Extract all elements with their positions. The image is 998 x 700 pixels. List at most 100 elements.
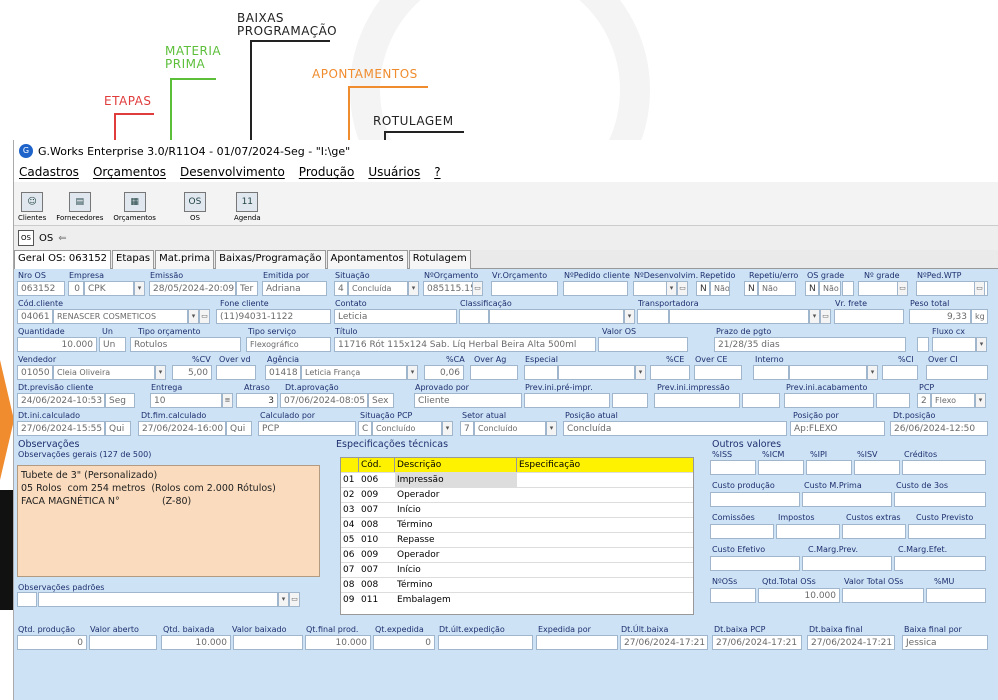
grid-header-cod[interactable]: Cód. — [359, 458, 395, 472]
dt-posicao-field[interactable]: 26/06/2024-12:50 — [890, 421, 988, 436]
prev-pre-impr-field[interactable] — [524, 393, 610, 408]
back-arrow-icon[interactable]: ⇐ — [58, 233, 66, 244]
ipi-field[interactable] — [806, 460, 852, 475]
aprovado-por-field[interactable]: Cliente — [414, 393, 522, 408]
os-grade-flag[interactable]: N — [805, 281, 819, 296]
n-pedido-field[interactable] — [563, 281, 628, 296]
prev-acabamento-extra[interactable] — [876, 393, 910, 408]
grid-header-desc[interactable]: Descrição — [395, 458, 517, 472]
chevron-down-icon[interactable]: ▾ — [188, 309, 199, 324]
chevron-down-icon[interactable]: ▾ — [809, 309, 820, 324]
qtd-total-oss-field[interactable]: 10.000 — [758, 588, 840, 603]
folder-icon[interactable]: ▭ — [677, 281, 688, 296]
chevron-down-icon[interactable]: ▾ — [624, 309, 635, 324]
pct-ca-field[interactable]: 0,06 — [424, 365, 464, 380]
chevron-down-icon[interactable]: ▾ — [134, 281, 145, 296]
fluxo-cx-field[interactable] — [932, 337, 976, 352]
dt-previsao-field[interactable]: 24/06/2024-10:53 — [17, 393, 105, 408]
pcp-code[interactable]: 2 — [917, 393, 931, 408]
entrega-field[interactable]: 10 — [150, 393, 222, 408]
chevron-down-icon[interactable]: ▾ — [546, 421, 557, 436]
dt-ult-expedicao-field[interactable] — [438, 635, 533, 650]
chevron-down-icon[interactable]: ▾ — [975, 393, 986, 408]
qt-final-prod-field[interactable]: 10.000 — [305, 635, 371, 650]
cmarg-prev-field[interactable] — [802, 556, 892, 571]
custos-extras-field[interactable] — [842, 524, 906, 539]
classificacao-field[interactable] — [489, 309, 624, 324]
chevron-down-icon[interactable]: ▾ — [666, 281, 677, 296]
custo-3os-field[interactable] — [894, 492, 986, 507]
folder-icon[interactable]: ▭ — [820, 309, 831, 324]
comissoes-field[interactable] — [710, 524, 774, 539]
folder-icon[interactable]: ▭ — [897, 281, 908, 296]
n-orcamento-field[interactable]: 085115.15 — [423, 281, 479, 296]
especial-code-field[interactable] — [524, 365, 558, 380]
dt-fim-calc-field[interactable]: 27/06/2024-16:00 — [138, 421, 226, 436]
quantidade-field[interactable]: 10.000 — [17, 337, 97, 352]
menu-help[interactable]: ? — [434, 165, 440, 179]
obs-padroes-field[interactable] — [38, 592, 278, 607]
qtd-producao-field[interactable]: 0 — [17, 635, 87, 650]
titulo-field[interactable]: 11716 Rót 115x124 Sab. Líq Herbal Beira … — [334, 337, 596, 352]
toolbar-clientes-button[interactable]: ☺ Clientes — [18, 192, 46, 225]
creditos-field[interactable] — [902, 460, 986, 475]
impostos-field[interactable] — [776, 524, 840, 539]
n-oss-field[interactable] — [710, 588, 756, 603]
emitida-por-field[interactable]: Adriana — [262, 281, 327, 296]
obs-padroes-code[interactable] — [17, 592, 37, 607]
empresa-field[interactable]: CPK — [84, 281, 134, 296]
calculado-por-field[interactable]: PCP — [258, 421, 356, 436]
chevron-down-icon[interactable]: ▾ — [155, 365, 166, 380]
qt-expedida-field[interactable]: 0 — [373, 635, 435, 650]
qtd-baixada-field[interactable]: 10.000 — [161, 635, 231, 650]
cod-cliente-field[interactable]: 04061 — [17, 309, 53, 324]
os-document-tab[interactable]: OS OS ⇐ — [14, 226, 998, 250]
chevron-down-icon[interactable]: ▾ — [408, 281, 419, 296]
prev-impressao-field[interactable] — [654, 393, 740, 408]
situacao-code-field[interactable]: 4 — [334, 281, 348, 296]
prev-acabamento-field[interactable] — [784, 393, 874, 408]
dt-ult-baixa-field[interactable]: 27/06/2024-17:21 — [620, 635, 708, 650]
over-ci-field[interactable] — [926, 365, 988, 380]
grid-header-spec[interactable]: Especificação — [517, 458, 693, 472]
over-ag-field[interactable] — [470, 365, 518, 380]
folder-icon[interactable]: ▭ — [974, 281, 985, 296]
custo-mprima-field[interactable] — [802, 492, 892, 507]
cliente-name-field[interactable]: RENASCER COSMETICOS — [53, 309, 188, 324]
custo-efetivo-field[interactable] — [710, 556, 800, 571]
repetido-flag[interactable]: N — [696, 281, 710, 296]
grid-row[interactable]: 05 010 Repasse — [341, 532, 693, 547]
classificacao-code-field[interactable] — [459, 309, 489, 324]
toolbar-os-button[interactable]: OS OS — [183, 192, 206, 225]
tab-mat-prima[interactable]: Mat.prima — [155, 250, 215, 269]
transportadora-field[interactable] — [669, 309, 809, 324]
prev-pre-impr-extra[interactable] — [612, 393, 648, 408]
baixa-final-por-field[interactable]: Jessica — [902, 635, 988, 650]
observacoes-textarea[interactable]: Tubete de 3" (Personalizado) 05 Rolos co… — [17, 465, 320, 577]
valor-baixado-field[interactable] — [233, 635, 303, 650]
un-field[interactable]: Un — [99, 337, 126, 352]
custo-producao-field[interactable] — [710, 492, 800, 507]
situacao-pcp-code[interactable]: C — [358, 421, 372, 436]
tipo-orcamento-field[interactable]: Rotulos — [130, 337, 241, 352]
chevron-down-icon[interactable]: ▾ — [635, 365, 646, 380]
especial-field[interactable] — [558, 365, 635, 380]
menu-usuarios[interactable]: Usuários — [368, 165, 420, 179]
dt-baixa-final-field[interactable]: 27/06/2024-17:21 — [807, 635, 895, 650]
fluxo-cx-check[interactable] — [917, 337, 929, 352]
vendedor-field[interactable]: Cleia Oliveira — [53, 365, 155, 380]
valor-os-field[interactable] — [598, 337, 688, 352]
grid-row[interactable]: 08 008 Término — [341, 577, 693, 592]
empresa-code-field[interactable]: 0 — [68, 281, 84, 296]
fone-field[interactable]: (11)94031-1122 — [216, 309, 331, 324]
folder-icon[interactable]: ▭ — [472, 281, 483, 296]
over-vd-field[interactable] — [216, 365, 256, 380]
setor-atual-code[interactable]: 7 — [460, 421, 474, 436]
chevron-down-icon[interactable]: ▾ — [407, 365, 418, 380]
pct-ce-field[interactable] — [650, 365, 690, 380]
isv-field[interactable] — [854, 460, 900, 475]
tab-etapas[interactable]: Etapas — [112, 250, 155, 269]
spinner-icon[interactable]: ≡ — [222, 393, 233, 408]
interno-field[interactable] — [789, 365, 867, 380]
chevron-down-icon[interactable]: ▾ — [867, 365, 878, 380]
